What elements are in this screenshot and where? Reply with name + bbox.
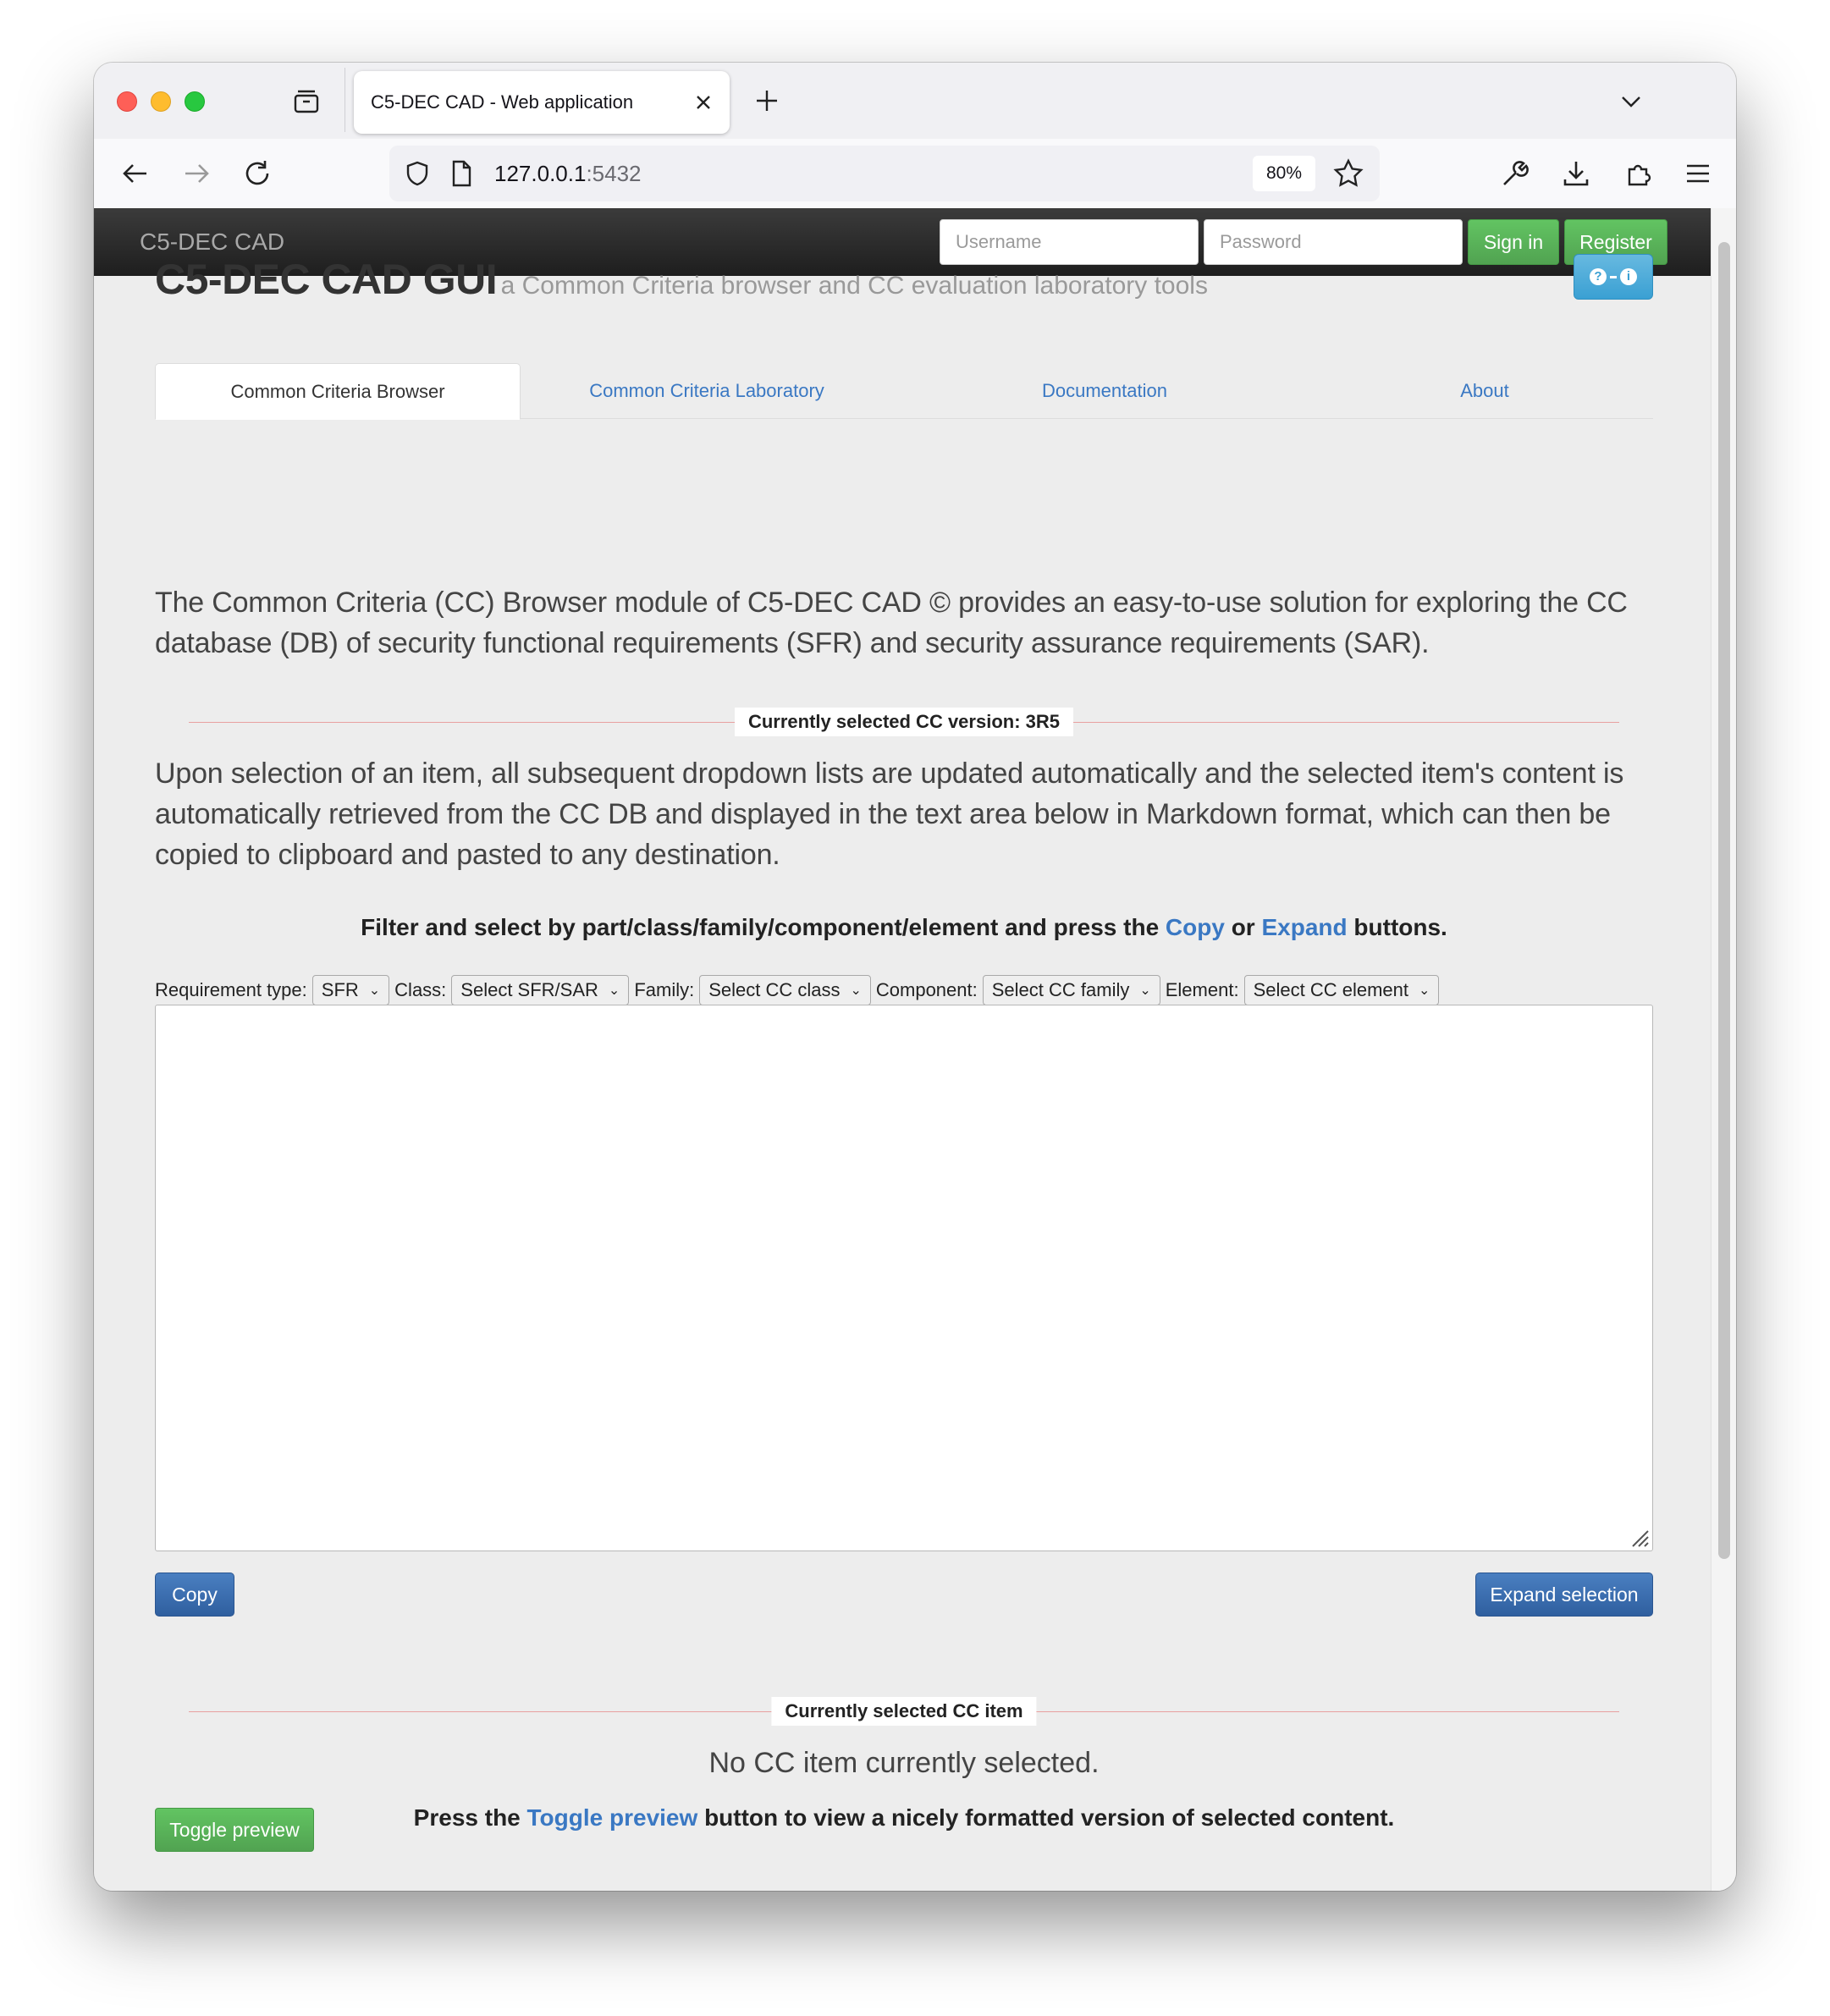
url-port: :5432	[586, 161, 642, 186]
component-select[interactable]: Select CC family ⌄	[982, 975, 1160, 1005]
url-host: 127.0.0.1	[494, 161, 587, 186]
page-scrollbar[interactable]	[1711, 208, 1736, 1891]
reload-icon[interactable]	[241, 157, 273, 190]
bookmark-star-icon[interactable]	[1332, 157, 1364, 190]
page-viewport: C5-DEC CAD Sign in Register C5-DEC CAD G…	[94, 208, 1736, 1891]
scrollbar-thumb[interactable]	[1718, 242, 1730, 1559]
family-label: Family:	[634, 979, 695, 1000]
url-text: 127.0.0.1:5432	[494, 146, 642, 201]
intro-paragraph: The Common Criteria (CC) Browser module …	[155, 587, 1628, 659]
cc-version-label: Currently selected CC version: 3R5	[734, 708, 1074, 736]
class-value: Select SFR/SAR	[460, 979, 598, 1000]
window-minimize-button[interactable]	[151, 91, 171, 112]
filter-instruction-after: buttons.	[1353, 914, 1447, 940]
filter-instruction: Filter and select by part/class/family/c…	[155, 914, 1653, 941]
zoom-level-badge[interactable]: 80%	[1253, 156, 1315, 191]
sign-in-button[interactable]: Sign in	[1468, 219, 1559, 265]
expand-selection-button[interactable]: Expand selection	[1475, 1573, 1653, 1617]
element-select[interactable]: Select CC element ⌄	[1243, 975, 1440, 1005]
requirement-type-select[interactable]: SFR ⌄	[311, 975, 390, 1005]
tab-common-criteria-browser[interactable]: Common Criteria Browser	[155, 363, 521, 420]
class-label: Class:	[394, 979, 447, 1000]
tab-about[interactable]: About	[1316, 363, 1653, 419]
wrench-icon[interactable]	[1499, 157, 1531, 190]
chevron-down-icon: ⌄	[1139, 983, 1151, 998]
version-divider: Currently selected CC version: 3R5	[189, 708, 1619, 736]
page-title-main: C5-DEC CAD GUI	[155, 256, 498, 303]
requirement-type-label: Requirement type:	[155, 979, 307, 1000]
tab-strip: C5-DEC CAD - Web application	[94, 63, 1736, 139]
copy-button[interactable]: Copy	[155, 1573, 234, 1617]
family-select[interactable]: Select CC class ⌄	[699, 975, 871, 1005]
filter-instruction-expand: Expand	[1261, 914, 1348, 940]
filter-instruction-before: Filter and select by part/class/family/c…	[361, 914, 1160, 940]
browser-tab-title: C5-DEC CAD - Web application	[371, 91, 634, 113]
no-item-selected-text: No CC item currently selected.	[708, 1747, 1100, 1779]
extensions-icon[interactable]	[1623, 157, 1655, 190]
page-title-subtitle: a Common Criteria browser and CC evaluat…	[500, 272, 1208, 300]
help-info-button[interactable]: ? i	[1574, 254, 1653, 300]
chevron-down-icon: ⌄	[1419, 983, 1430, 998]
toggle-preview-button[interactable]: Toggle preview	[155, 1808, 314, 1852]
family-value: Select CC class	[708, 979, 841, 1000]
tab-manager-icon[interactable]	[292, 86, 321, 115]
component-value: Select CC family	[991, 979, 1130, 1000]
page-icon	[449, 159, 474, 188]
filter-instruction-copy: Copy	[1165, 914, 1225, 940]
tab-close-icon[interactable]	[692, 91, 714, 118]
filter-instruction-or: or	[1231, 914, 1255, 940]
cc-content-textarea[interactable]	[155, 1005, 1653, 1551]
filter-bar: Requirement type: SFR ⌄ Class: Select SF…	[155, 975, 1444, 1005]
preview-instruction: Press the Toggle preview button to view …	[155, 1804, 1653, 1831]
window-maximize-button[interactable]	[185, 91, 205, 112]
tab-documentation[interactable]: Documentation	[893, 363, 1316, 419]
download-icon[interactable]	[1560, 157, 1592, 190]
resize-grip-icon[interactable]	[1628, 1526, 1650, 1552]
chevron-down-icon[interactable]	[1618, 88, 1645, 115]
preview-instruction-before: Press the	[413, 1804, 521, 1831]
page-title: C5-DEC CAD GUI a Common Criteria browser…	[155, 255, 1208, 304]
browser-window: C5-DEC CAD - Web application 127.0.0.1:5…	[94, 63, 1736, 1891]
selected-item-divider: Currently selected CC item	[189, 1697, 1619, 1726]
browser-tab[interactable]: C5-DEC CAD - Web application	[354, 71, 730, 134]
module-tabs: Common Criteria Browser Common Criteria …	[155, 363, 1653, 420]
chevron-down-icon: ⌄	[368, 983, 381, 998]
dash-icon	[1610, 275, 1617, 278]
info-icon: i	[1620, 268, 1637, 285]
element-label: Element:	[1165, 979, 1239, 1000]
back-arrow-icon[interactable]	[119, 157, 152, 190]
requirement-type-value: SFR	[321, 979, 359, 1000]
url-bar[interactable]: 127.0.0.1:5432 80%	[389, 146, 1380, 201]
shield-icon[interactable]	[403, 159, 432, 188]
description-paragraph: Upon selection of an item, all subsequen…	[155, 757, 1624, 871]
hamburger-menu-icon[interactable]	[1682, 157, 1714, 190]
preview-instruction-after: button to view a nicely formatted versio…	[704, 1804, 1395, 1831]
class-select[interactable]: Select SFR/SAR ⌄	[451, 975, 630, 1005]
new-tab-icon[interactable]	[752, 86, 781, 115]
question-icon: ?	[1590, 268, 1607, 285]
preview-instruction-link: Toggle preview	[526, 1804, 698, 1831]
selected-item-label: Currently selected CC item	[771, 1697, 1037, 1726]
window-close-button[interactable]	[117, 91, 137, 112]
tab-common-criteria-laboratory[interactable]: Common Criteria Laboratory	[521, 363, 893, 419]
navigation-bar: 127.0.0.1:5432 80%	[94, 139, 1736, 208]
forward-arrow-icon[interactable]	[180, 157, 212, 190]
chevron-down-icon: ⌄	[608, 983, 620, 998]
password-input[interactable]	[1204, 219, 1463, 265]
chevron-down-icon: ⌄	[850, 983, 862, 998]
component-label: Component:	[875, 979, 978, 1000]
element-value: Select CC element	[1253, 979, 1408, 1000]
